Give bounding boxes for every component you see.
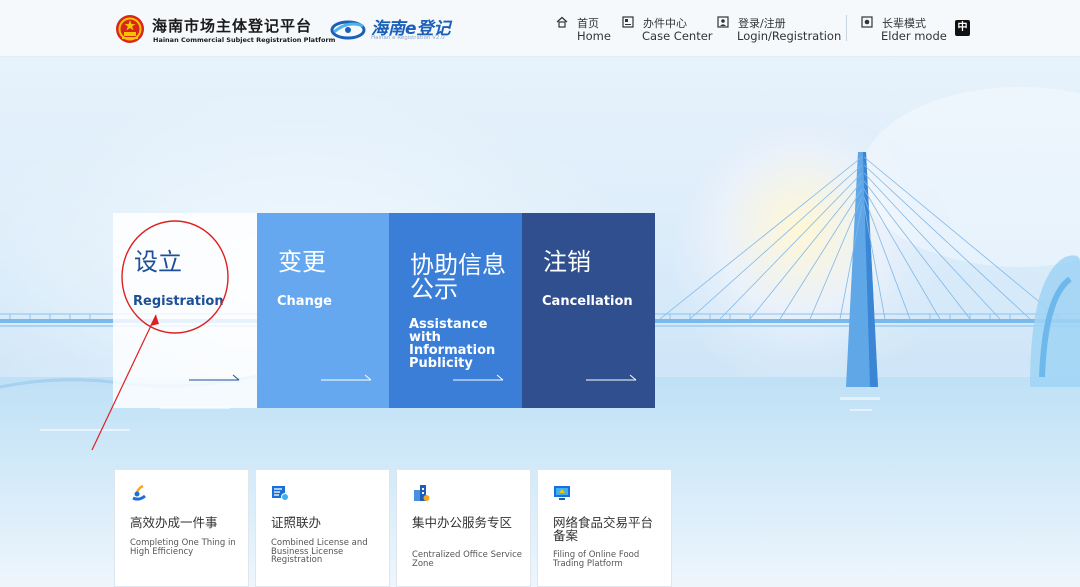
nav-elder-mode[interactable]: 长辈模式 Elder mode [861, 15, 947, 45]
nav-elder-mode-label-en: Elder mode [881, 29, 947, 43]
tile-centralized-office[interactable]: 集中办公服务专区 Centralized Office Service Zone [396, 469, 531, 587]
card-assistance-title-en: Assistance with Information Publicity [409, 317, 496, 371]
tile-combined-license[interactable]: 证照联办 Combined License and Business Licen… [255, 469, 390, 587]
e-registration-logo-subtext: Hainan e Registration V2.0 [371, 35, 445, 41]
card-registration-title-cn: 设立 [134, 248, 182, 276]
tile-high-efficiency-title-cn: 高效办成一件事 [130, 515, 218, 530]
nav-home[interactable]: 首页 Home [556, 15, 616, 45]
tile-centralized-office-title-cn: 集中办公服务专区 [412, 515, 513, 530]
nav-home-label-en: Home [577, 29, 611, 43]
card-change-title-cn: 变更 [278, 248, 326, 276]
tile-online-food-filing[interactable]: 网络食品交易平台备案 Filing of Online Food Trading… [537, 469, 672, 587]
tile-centralized-office-title-en: Centralized Office Service Zone [412, 550, 523, 569]
card-cancellation-title-en: Cancellation [542, 294, 633, 309]
tile-combined-license-title-en: Combined License and Business License Re… [271, 538, 368, 565]
tile-high-efficiency[interactable]: 高效办成一件事 Completing One Thing in High Eff… [114, 469, 249, 587]
nav-login-registration[interactable]: 登录/注册 Login/Registration [717, 15, 842, 45]
arrow-right-icon [189, 374, 240, 381]
efficiency-icon [132, 484, 146, 501]
card-assistance-information-publicity[interactable]: 协助信息公示 Assistance with Information Publi… [389, 213, 522, 408]
card-registration-title-en: Registration [133, 294, 224, 309]
nav-login-label-en: Login/Registration [737, 29, 842, 43]
arrow-right-icon [453, 374, 504, 381]
national-emblem-icon [116, 15, 144, 43]
arrow-right-icon [586, 374, 637, 381]
arrow-right-icon [321, 374, 372, 381]
home-icon [556, 16, 568, 28]
license-icon [272, 486, 289, 501]
tile-online-food-filing-title-cn: 网络食品交易平台备案 [553, 515, 654, 543]
elder-mode-icon [861, 16, 873, 28]
card-change-title-en: Change [277, 294, 332, 309]
card-registration[interactable]: 设立 Registration [113, 213, 257, 408]
card-change[interactable]: 变更 Change [257, 213, 389, 408]
card-cancellation[interactable]: 注销 Cancellation [522, 213, 655, 408]
tile-combined-license-title-cn: 证照联办 [271, 515, 322, 530]
tile-online-food-filing-title-en: Filing of Online Food Trading Platform [553, 550, 640, 569]
top-header: 海南市场主体登记平台 Hainan Commercial Subject Reg… [0, 0, 1080, 57]
nav-case-center-label-en: Case Center [642, 29, 713, 43]
card-cancellation-title-cn: 注销 [543, 248, 591, 276]
computer-icon [554, 486, 570, 500]
user-login-icon [717, 16, 729, 28]
service-cards: 设立 Registration 变更 Change 协助信息公示 Assista… [113, 213, 655, 408]
nav-divider [846, 15, 847, 41]
e-registration-logo-icon [330, 20, 366, 40]
tile-high-efficiency-title-en: Completing One Thing in High Efficiency [130, 538, 236, 557]
language-toggle-button[interactable]: 中 [955, 20, 970, 36]
nav-case-center[interactable]: 办件中心 Case Center [622, 15, 713, 45]
platform-name-cn: 海南市场主体登记平台 [152, 17, 313, 35]
office-building-icon [414, 485, 430, 501]
case-center-icon [622, 16, 634, 28]
platform-name-en: Hainan Commercial Subject Registration P… [153, 36, 336, 44]
card-assistance-title-cn: 协助信息公示 [410, 251, 506, 303]
